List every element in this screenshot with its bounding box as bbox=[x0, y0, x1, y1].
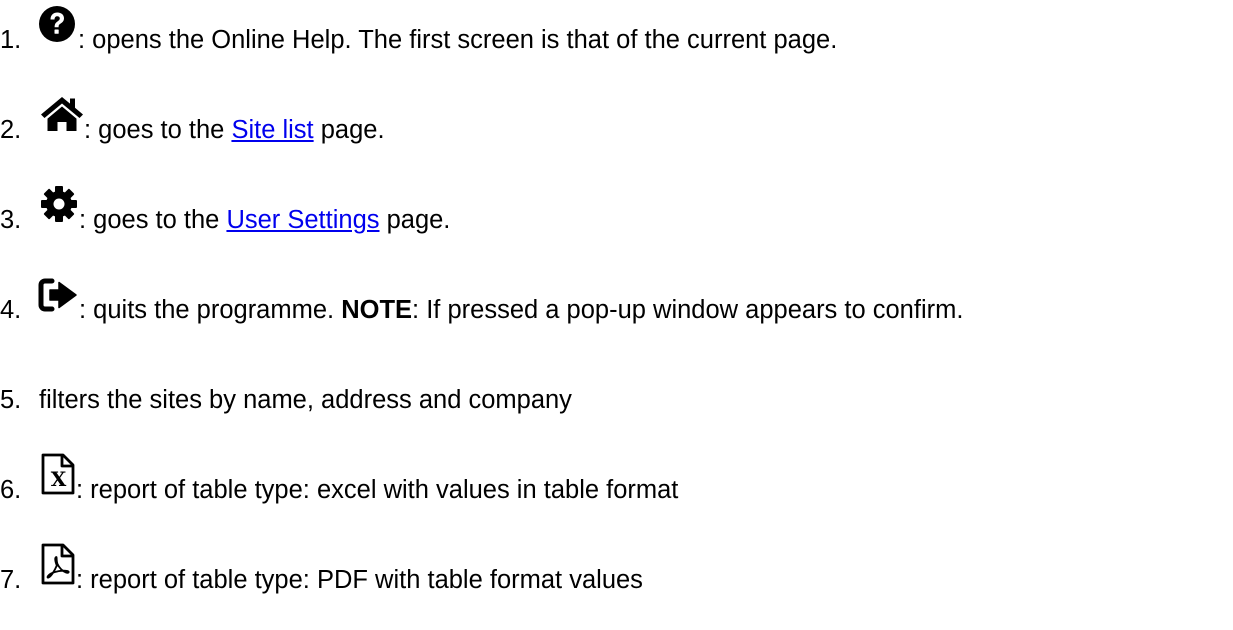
item-text: : goes to the User Settings page. bbox=[79, 205, 450, 235]
instruction-list: 1. : opens the Online Help. The first sc… bbox=[0, 0, 1233, 630]
list-item-settings: 3. : goes to the User Settings page. bbox=[0, 185, 1233, 235]
item-text-after: page. bbox=[379, 206, 451, 234]
item-text: : report of table type: excel with value… bbox=[76, 476, 679, 504]
item-number: 6. bbox=[0, 476, 22, 504]
list-item-excel: 6. X : report of table type: excel with … bbox=[0, 452, 1233, 505]
item-number: 3. bbox=[0, 206, 22, 234]
user-settings-link[interactable]: User Settings bbox=[226, 206, 379, 234]
list-item-quit: 4. : quits the programme. NOTE: If press… bbox=[0, 275, 1233, 325]
item-text-after: page. bbox=[313, 116, 385, 144]
list-item-home: 2. : goes to the Site list page. bbox=[0, 95, 1233, 145]
pdf-file-icon bbox=[40, 542, 76, 586]
item-text: : opens the Online Help. The first scree… bbox=[78, 26, 838, 54]
item-number: 4. bbox=[0, 296, 22, 324]
item-text: : goes to the Site list page. bbox=[84, 115, 385, 145]
item-text-before: : goes to the bbox=[79, 206, 227, 234]
item-text: filters the sites by name, address and c… bbox=[39, 386, 572, 414]
list-item-help: 1. : opens the Online Help. The first sc… bbox=[0, 5, 1233, 55]
item-number: 2. bbox=[0, 116, 22, 144]
site-list-link[interactable]: Site list bbox=[231, 116, 313, 144]
sign-out-icon bbox=[38, 277, 78, 313]
question-circle-icon bbox=[38, 5, 76, 43]
svg-text:X: X bbox=[51, 467, 67, 491]
item-number: 7. bbox=[0, 566, 22, 594]
excel-file-icon: X bbox=[40, 452, 76, 496]
item-text-before: : quits the programme. bbox=[79, 296, 342, 324]
item-text: : quits the programme. NOTE: If pressed … bbox=[79, 295, 963, 325]
note-label: NOTE bbox=[341, 296, 413, 324]
item-text-before: : goes to the bbox=[84, 116, 232, 144]
item-text: : report of table type: PDF with table f… bbox=[76, 566, 643, 594]
item-text-after: : If pressed a pop-up window appears to … bbox=[412, 296, 964, 324]
item-number: 5. bbox=[0, 386, 22, 414]
item-number: 1. bbox=[0, 26, 22, 54]
gear-icon bbox=[40, 185, 78, 223]
home-icon bbox=[40, 95, 84, 133]
list-item-filter: 5. filters the sites by name, address an… bbox=[0, 365, 1233, 415]
list-item-pdf: 7. : report of table type: PDF with tabl… bbox=[0, 542, 1233, 595]
